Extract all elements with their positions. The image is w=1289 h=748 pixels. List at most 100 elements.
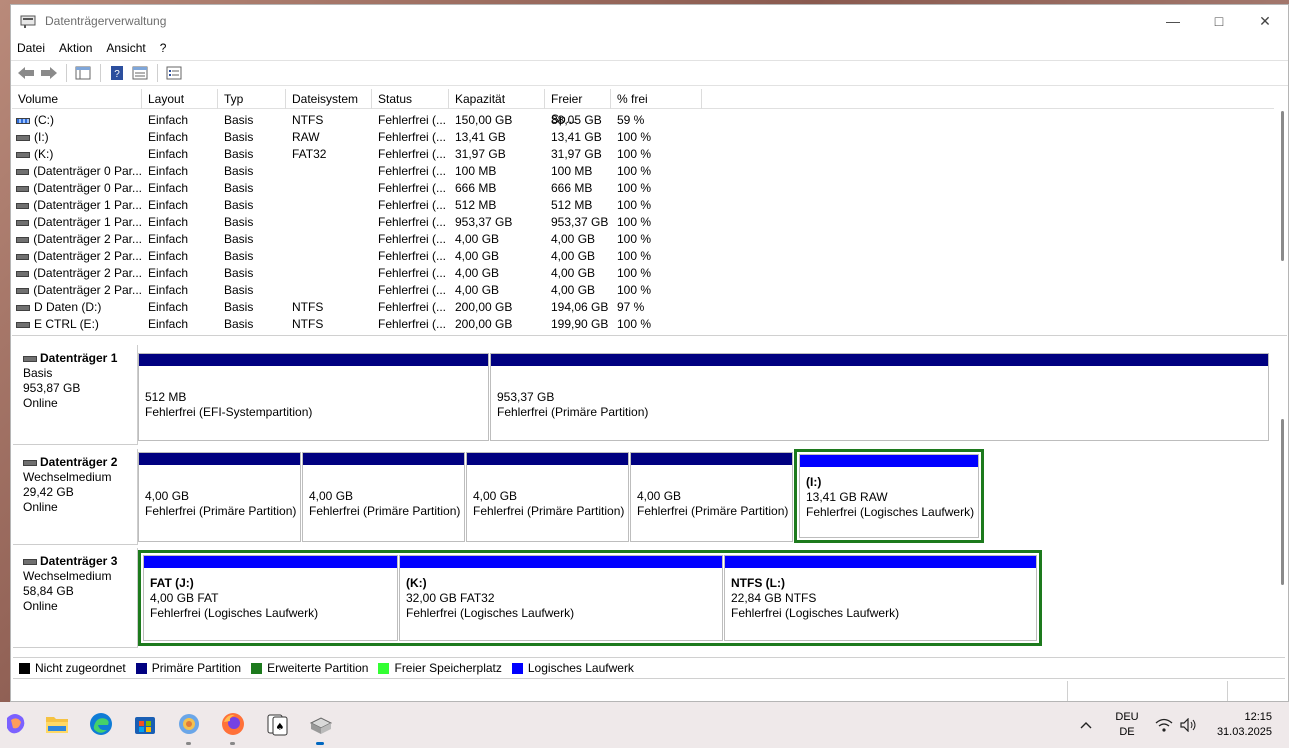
show-hide-console-tree-button[interactable]: [72, 63, 94, 83]
volume-status: Fehlerfrei (...: [378, 181, 447, 195]
volume-type: Basis: [224, 147, 254, 161]
logical-drive-k[interactable]: (K:) 32,00 GB FAT32 Fehlerfrei (Logisches …: [399, 555, 723, 641]
partition-status: Fehlerfrei (Logisches Laufwerk): [731, 606, 900, 620]
properties-button[interactable]: [129, 63, 151, 83]
logical-drive-l[interactable]: NTFS (L:) 22,84 GB NTFS Fehlerfrei (Logisc…: [724, 555, 1037, 641]
volume-filesystem: [286, 248, 372, 265]
volume-type: Basis: [224, 130, 254, 144]
solitaire-icon[interactable]: ♠: [262, 709, 292, 739]
show-hidden-icons-button[interactable]: [1080, 702, 1092, 748]
volume-row[interactable]: (Datenträger 0 Par... Einfach Basis Fehlerf…: [12, 180, 1274, 197]
volume-row[interactable]: E CTRL (E:) Einfach Basis NTFS Fehlerfrei (.…: [12, 316, 1274, 333]
svg-text:?: ?: [114, 69, 120, 80]
volume-filesystem: [286, 231, 372, 248]
volume-row[interactable]: (Datenträger 2 Par... Einfach Basis Fehlerf…: [12, 265, 1274, 282]
disk-title: Datenträger 1: [40, 351, 118, 365]
minimize-button[interactable]: —: [1150, 5, 1196, 37]
help-icon: ?: [111, 66, 123, 80]
partition-size: 13,41 GB RAW: [806, 490, 888, 504]
partition-primary[interactable]: 4,00 GB Fehlerfrei (Primäre Partition): [138, 452, 301, 542]
partition-status: Fehlerfrei (Logisches Laufwerk): [150, 606, 319, 620]
col-header-type[interactable]: Typ: [218, 89, 286, 109]
volume-free-space: 4,00 GB: [551, 266, 596, 280]
extended-partition[interactable]: (I:) 13,41 GB RAW Fehlerfrei (Logisches La…: [794, 449, 984, 543]
volume-list: Volume Layout Typ Dateisystem Status Kap…: [12, 89, 1287, 336]
volume-row[interactable]: (K:) Einfach Basis FAT32 Fehlerfrei (... 31,9…: [12, 146, 1274, 163]
volume-name: (Datenträger 2 Par...: [12, 282, 142, 299]
toolbar: ?: [11, 60, 1288, 86]
volume-row[interactable]: (Datenträger 1 Par... Einfach Basis Fehlerf…: [12, 197, 1274, 214]
partition-efi[interactable]: 512 MB Fehlerfrei (EFI-Systempartition): [138, 353, 489, 441]
volume-icon[interactable]: [1180, 702, 1198, 748]
volume-filesystem: [286, 163, 372, 180]
file-explorer-icon[interactable]: [42, 709, 72, 739]
col-header-percent-free[interactable]: % frei: [611, 89, 702, 109]
back-button[interactable]: [15, 63, 37, 83]
partition-size: 4,00 GB: [473, 489, 518, 503]
close-button[interactable]: ✕: [1242, 5, 1288, 37]
disk-info-3[interactable]: Datenträger 3 Wechselmedium 58,84 GB Onl…: [13, 548, 138, 648]
volume-name: (Datenträger 1 Par...: [12, 197, 142, 214]
col-header-capacity[interactable]: Kapazität: [449, 89, 545, 109]
copilot-icon[interactable]: [0, 709, 30, 739]
volume-row[interactable]: (Datenträger 2 Par... Einfach Basis Fehlerf…: [12, 248, 1274, 265]
clock[interactable]: 12:15 31.03.2025: [1210, 702, 1272, 748]
volume-layout: Einfach: [148, 317, 189, 331]
col-header-volume[interactable]: Volume: [12, 89, 142, 109]
disk-info-2[interactable]: Datenträger 2 Wechselmedium 29,42 GB Onl…: [13, 449, 138, 545]
logical-drive-i[interactable]: (I:) 13,41 GB RAW Fehlerfrei (Logisches La…: [799, 454, 979, 538]
view-button[interactable]: [163, 63, 185, 83]
edge-icon[interactable]: [86, 709, 116, 739]
menu-help[interactable]: ?: [160, 41, 167, 55]
input-language[interactable]: DEU DE: [1110, 702, 1144, 748]
partition-primary[interactable]: 4,00 GB Fehlerfrei (Primäre Partition): [466, 452, 629, 542]
volume-row[interactable]: (Datenträger 2 Par... Einfach Basis Fehlerf…: [12, 282, 1274, 299]
volume-row[interactable]: (Datenträger 0 Par... Einfach Basis Fehlerf…: [12, 163, 1274, 180]
firefox-icon[interactable]: [218, 709, 248, 739]
partition-label: (I:): [806, 475, 822, 489]
col-header-filesystem[interactable]: Dateisystem: [286, 89, 372, 109]
col-header-status[interactable]: Status: [372, 89, 449, 109]
col-header-layout[interactable]: Layout: [142, 89, 218, 109]
partition-primary[interactable]: 4,00 GB Fehlerfrei (Primäre Partition): [630, 452, 793, 542]
volume-row[interactable]: D Daten (D:) Einfach Basis NTFS Fehlerfrei (…: [12, 299, 1274, 316]
volume-row[interactable]: (Datenträger 2 Par... Einfach Basis Fehlerf…: [12, 231, 1274, 248]
volume-percent-free: 100 %: [617, 232, 652, 246]
volume-percent-free: 100 %: [617, 283, 652, 297]
menu-datei[interactable]: Datei: [17, 41, 45, 55]
menu-ansicht[interactable]: Ansicht: [106, 41, 145, 55]
volume-capacity: 150,00 GB: [455, 113, 513, 127]
logical-drive-j[interactable]: FAT (J:) 4,00 GB FAT Fehlerfrei (Logisches…: [143, 555, 398, 641]
legend-item: Logisches Laufwerk: [511, 661, 634, 675]
partition-size: 512 MB: [145, 390, 187, 404]
disk-kind: Basis: [23, 366, 53, 380]
volume-list-scrollbar[interactable]: [1281, 111, 1284, 261]
help-button[interactable]: ?: [106, 63, 128, 83]
disk-state: Online: [23, 396, 58, 410]
col-header-free-space[interactable]: Freier Sp...: [545, 89, 611, 126]
volume-row[interactable]: (C:) Einfach Basis NTFS Fehlerfrei (... 150,0…: [12, 112, 1274, 129]
volume-percent-free: 97 %: [617, 300, 645, 314]
volume-name: (I:): [12, 129, 142, 146]
maximize-button[interactable]: □: [1196, 5, 1242, 37]
volume-row[interactable]: (Datenträger 1 Par... Einfach Basis Fehlerf…: [12, 214, 1274, 231]
volume-status: Fehlerfrei (...: [378, 198, 447, 212]
partition-status: Fehlerfrei (Logisches Laufwerk): [806, 505, 975, 519]
partition-primary[interactable]: 4,00 GB Fehlerfrei (Primäre Partition): [302, 452, 465, 542]
partition-primary[interactable]: 953,37 GB Fehlerfrei (Primäre Partition): [490, 353, 1269, 441]
network-icon[interactable]: [1155, 702, 1173, 748]
volume-type: Basis: [224, 249, 254, 263]
disk-view-scrollbar[interactable]: [1281, 419, 1284, 585]
extended-partition[interactable]: FAT (J:) 4,00 GB FAT Fehlerfrei (Logisches…: [138, 550, 1042, 646]
volume-status: Fehlerfrei (...: [378, 283, 447, 297]
menu-aktion[interactable]: Aktion: [59, 41, 92, 55]
volume-layout: Einfach: [148, 130, 189, 144]
store-icon[interactable]: [130, 709, 160, 739]
volume-row[interactable]: (I:) Einfach Basis RAW Fehlerfrei (... 13,41 …: [12, 129, 1274, 146]
volume-list-header: Volume Layout Typ Dateisystem Status Kap…: [12, 89, 1274, 126]
volume-type: Basis: [224, 266, 254, 280]
forward-button[interactable]: [38, 63, 60, 83]
disk-info-1[interactable]: Datenträger 1 Basis 953,87 GB Online: [13, 345, 138, 445]
settings-icon[interactable]: [174, 709, 204, 739]
disk-management-icon[interactable]: [306, 709, 336, 739]
